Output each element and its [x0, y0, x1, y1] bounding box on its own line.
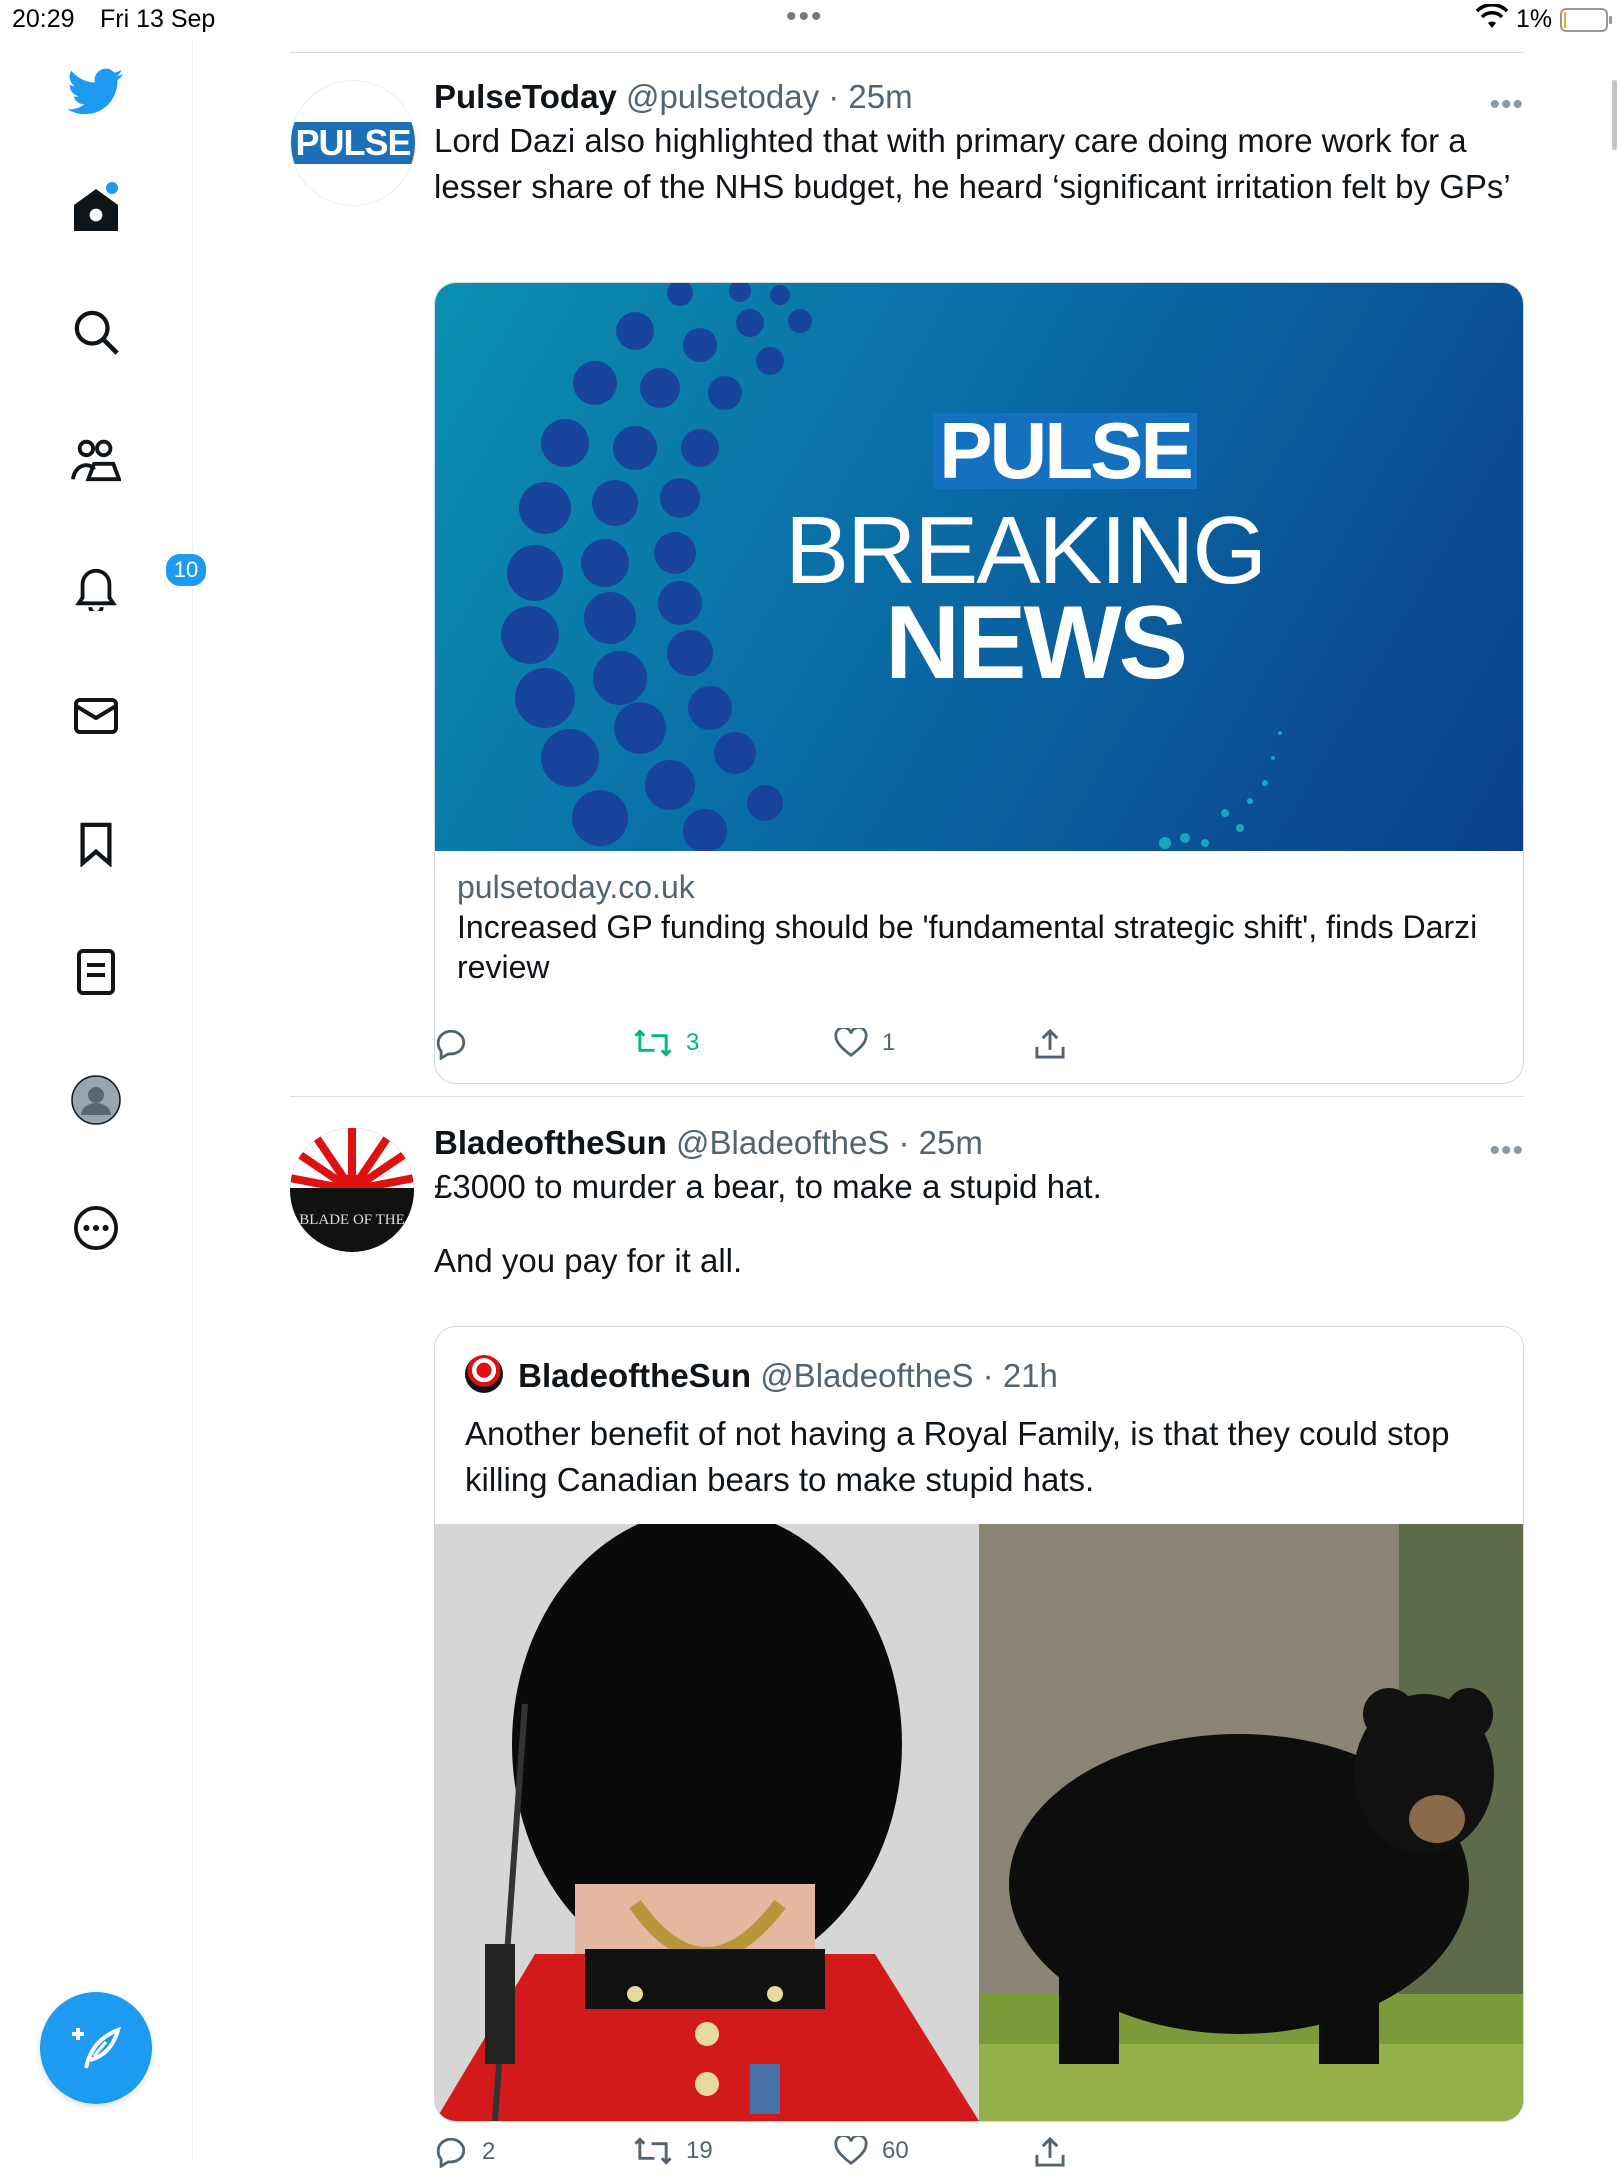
reply-icon	[436, 2137, 466, 2168]
share-icon	[1035, 2136, 1065, 2167]
avatar-pulse-logo: PULSE	[291, 122, 415, 164]
sidebar: 10	[0, 40, 208, 2160]
feed-divider	[290, 52, 1524, 53]
author-handle[interactable]: @pulsetoday	[626, 78, 819, 115]
avatar[interactable]: PULSE	[290, 80, 416, 206]
quote-time: · 21h	[982, 1357, 1058, 1394]
tweet-time[interactable]: · 25m	[899, 1124, 983, 1161]
communities-icon[interactable]	[66, 430, 126, 490]
reply-button[interactable]: 2	[434, 2136, 495, 2168]
link-card-image: PULSE BREAKING NEWS	[435, 283, 1523, 851]
retweet-count: 19	[686, 2137, 713, 2164]
like-count: 60	[882, 2137, 909, 2164]
reply-icon	[436, 1029, 466, 1060]
like-button[interactable]: 60	[834, 2136, 909, 2166]
share-button[interactable]	[1034, 1028, 1066, 1060]
tweet-text: Lord Dazi also highlighted that with pri…	[434, 122, 1511, 205]
lists-icon[interactable]	[66, 942, 126, 1002]
tweet-text-line1: £3000 to murder a bear, to make a stupid…	[434, 1168, 1102, 1205]
more-options-icon[interactable]	[66, 1198, 126, 1258]
tweet-actions: 3 1	[434, 1028, 1134, 1068]
retweet-button[interactable]: 3	[634, 1028, 699, 1058]
status-date: Fri 13 Sep	[100, 5, 216, 33]
tweet-text-line2: And you pay for it all.	[434, 1242, 743, 1279]
battery-percent: 1%	[1516, 5, 1553, 33]
author-handle[interactable]: @BladeoftheS	[676, 1124, 889, 1161]
quote-author-handle: @BladeoftheS	[760, 1357, 974, 1394]
home-icon[interactable]	[66, 180, 126, 240]
tweet-divider	[290, 1096, 1524, 1097]
retweet-icon	[634, 2137, 672, 2165]
bookmark-icon[interactable]	[66, 814, 126, 874]
profile-avatar-icon[interactable]	[66, 1070, 126, 1130]
compose-tweet-button[interactable]	[40, 1992, 152, 2104]
heart-icon	[834, 1028, 868, 1057]
wifi-icon	[1475, 3, 1509, 37]
card-brand-text: PULSE	[933, 411, 1197, 491]
tweet-actions: 2 19 60	[434, 2136, 1134, 2176]
author-name[interactable]: PulseToday	[434, 78, 617, 115]
quote-media-image[interactable]	[435, 1524, 1523, 2121]
author-name[interactable]: BladeoftheSun	[434, 1124, 667, 1161]
retweet-count: 3	[686, 1029, 700, 1056]
notifications-bell-icon[interactable]: 10	[66, 552, 208, 618]
link-card[interactable]: PULSE BREAKING NEWS pulsetoday.co.uk Inc…	[434, 282, 1524, 1084]
share-icon	[1035, 1028, 1065, 1059]
tweet-time[interactable]: · 25m	[828, 78, 912, 115]
heart-icon	[834, 2136, 868, 2165]
card-title: Increased GP funding should be 'fundamen…	[457, 909, 1478, 985]
home-new-dot	[106, 182, 118, 194]
retweet-button[interactable]: 19	[634, 2136, 713, 2166]
quote-text: Another benefit of not having a Royal Fa…	[465, 1415, 1450, 1498]
avatar[interactable]: BLADE OF THE	[290, 1128, 414, 1252]
status-bar: 20:29 Fri 13 Sep ••• 1%	[0, 0, 1620, 40]
reply-count: 2	[482, 2138, 496, 2165]
status-time: 20:29	[12, 5, 75, 33]
card-news-text: NEWS	[885, 585, 1188, 701]
retweet-icon	[634, 1029, 672, 1057]
compose-feather-icon	[72, 2026, 122, 2069]
more-options-icon[interactable]: •••	[1489, 88, 1524, 122]
twitter-logo-icon[interactable]	[66, 62, 126, 122]
reply-button[interactable]	[434, 1028, 482, 1060]
card-domain: pulsetoday.co.uk	[457, 869, 695, 905]
quote-tweet[interactable]: BladeoftheSun @BladeoftheS · 21h Another…	[434, 1326, 1524, 2122]
guardsman-photo	[435, 1524, 979, 2121]
battery-icon	[1560, 8, 1612, 32]
scrollbar[interactable]	[1612, 80, 1617, 150]
more-options-icon[interactable]: •••	[1489, 1134, 1524, 1168]
notifications-badge: 10	[164, 552, 208, 588]
share-button[interactable]	[1034, 2136, 1066, 2168]
quote-avatar	[465, 1355, 503, 1393]
avatar-text: BLADE OF THE	[299, 1212, 405, 1228]
quote-author-name: BladeoftheSun	[518, 1357, 752, 1394]
black-bear-photo	[979, 1524, 1523, 2121]
like-count: 1	[882, 1029, 896, 1056]
multitasking-dots[interactable]: •••	[786, 0, 824, 34]
search-icon[interactable]	[66, 302, 126, 362]
like-button[interactable]: 1	[834, 1028, 895, 1058]
rising-sun-avatar-image: BLADE OF THE	[290, 1128, 414, 1252]
messages-envelope-icon[interactable]	[66, 686, 126, 746]
